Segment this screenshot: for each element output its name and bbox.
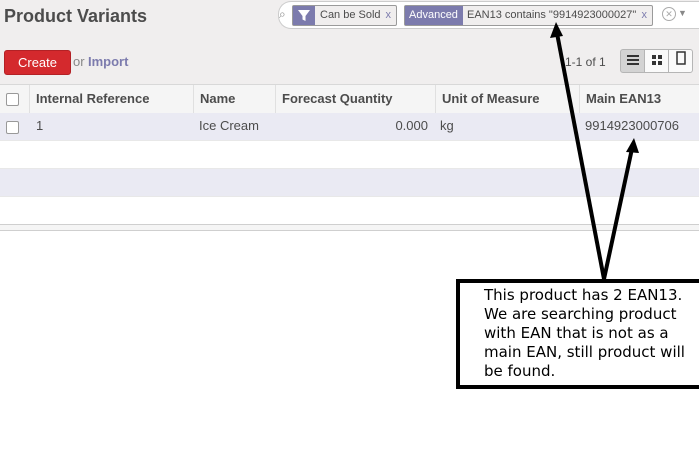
annotation-text: This product has 2 EAN13. We are searchi… xyxy=(484,286,685,380)
arrow-to-ean xyxy=(602,143,635,280)
annotation-callout: This product has 2 EAN13. We are searchi… xyxy=(456,279,699,389)
arrow-to-search xyxy=(554,27,606,280)
annotation-arrows xyxy=(550,22,639,280)
arrowhead-search xyxy=(550,22,563,38)
arrowhead-ean xyxy=(626,138,639,153)
